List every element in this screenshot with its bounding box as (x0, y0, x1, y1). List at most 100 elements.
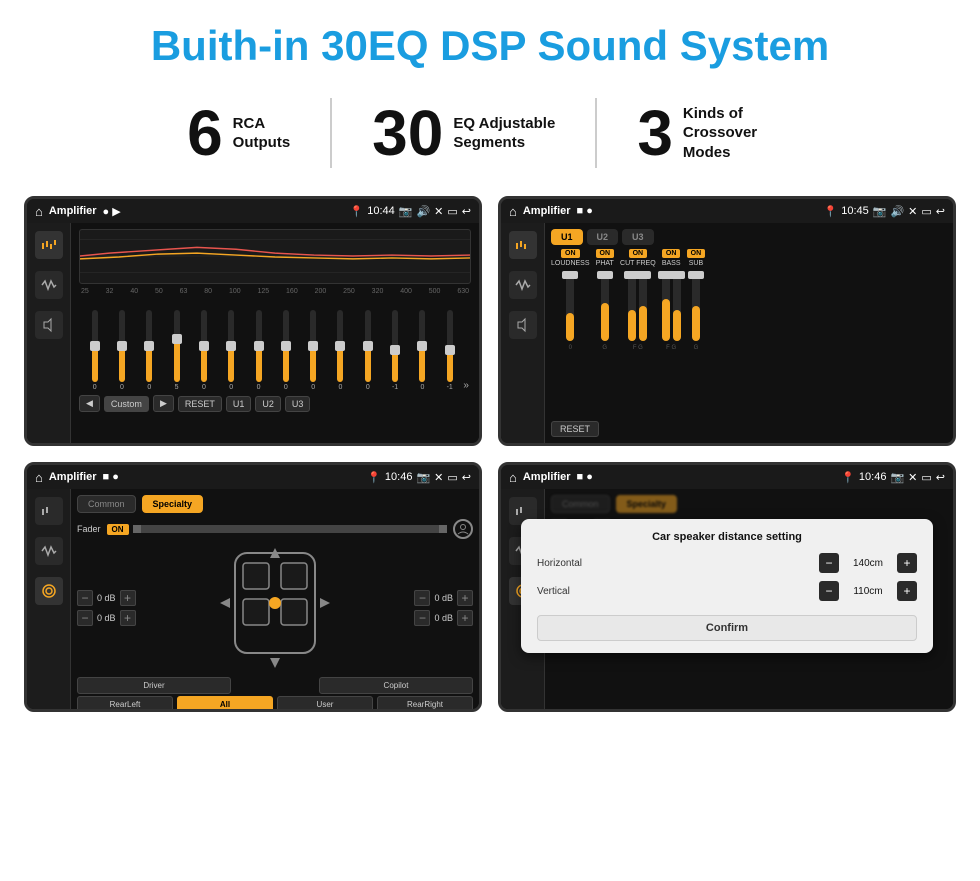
btn-user[interactable]: User (277, 696, 373, 712)
eq-next-btn[interactable]: ▶ (153, 395, 174, 412)
eq-custom-btn[interactable]: Custom (104, 396, 149, 412)
eq-slider-6: 0 (218, 310, 245, 391)
vertical-plus-btn[interactable]: + (897, 581, 917, 601)
vol-val-4: 0 dB (434, 613, 453, 623)
stat-crossover-label: Kinds ofCrossover Modes (683, 104, 793, 163)
fader-right-volumes: − 0 dB + − 0 dB + (414, 543, 473, 673)
stat-eq: 30 EQ AdjustableSegments (332, 101, 595, 165)
dots-icon-3: ■ ● (103, 471, 119, 483)
eq-slider-1: 0 (81, 310, 108, 391)
eq-u1-btn[interactable]: U1 (226, 396, 252, 412)
eq-graph (79, 229, 471, 284)
fader-diagram-area: − 0 dB + − 0 dB + (77, 543, 473, 673)
screenshots-grid: ⌂ Amplifier ● ▶ 📍 10:44 📷 🔊 ✕ ▭ ↩ (0, 190, 980, 736)
btn-rearright[interactable]: RearRight (377, 696, 473, 712)
window-icon-4: ▭ (921, 471, 931, 484)
vertical-minus-btn[interactable]: − (819, 581, 839, 601)
eq-u3-btn[interactable]: U3 (285, 396, 311, 412)
sidebar-wave-icon-3[interactable] (35, 537, 63, 565)
vol-minus-3[interactable]: − (414, 590, 430, 606)
channel-buttons: U1 U2 U3 (551, 229, 947, 245)
screen-content-1: 253240506380100125160200250320400500630 … (27, 223, 479, 443)
vol-minus-1[interactable]: − (77, 590, 93, 606)
channel-u3[interactable]: U3 (622, 229, 654, 245)
btn-driver[interactable]: Driver (77, 677, 231, 694)
sidebar-wave-icon-2[interactable] (509, 271, 537, 299)
eq-slider-8: 0 (272, 310, 299, 391)
sub-slider[interactable] (692, 271, 700, 341)
fader-main: Common Specialty Fader ON (71, 489, 479, 709)
eq-prev-btn[interactable]: ◀ (79, 395, 100, 412)
eq-arrows[interactable]: » (463, 380, 469, 391)
vol-minus-4[interactable]: − (414, 610, 430, 626)
location-icon-1: 📍 (350, 205, 364, 218)
vol-ctrl-2: − 0 dB + (77, 610, 136, 626)
eq-reset-btn[interactable]: RESET (178, 396, 222, 412)
stat-crossover: 3 Kinds ofCrossover Modes (597, 101, 833, 165)
cutfreq-slider-g[interactable] (639, 271, 647, 341)
bass-slider-f[interactable] (662, 271, 670, 341)
channel-u1[interactable]: U1 (551, 229, 583, 245)
xo-reset-btn[interactable]: RESET (551, 421, 599, 437)
back-icon-4: ↩ (936, 471, 945, 484)
vol-plus-1[interactable]: + (120, 590, 136, 606)
fader-tab-group: Common Specialty (77, 495, 473, 513)
location-icon-2: 📍 (824, 205, 838, 218)
phat-slider[interactable] (601, 271, 609, 341)
sidebar-eq-icon-3[interactable] (35, 497, 63, 525)
sidebar-eq-icon-2[interactable] (509, 231, 537, 259)
loudness-slider[interactable] (566, 271, 574, 341)
location-icon-3: 📍 (367, 471, 381, 484)
fader-left-volumes: − 0 dB + − 0 dB + (77, 543, 136, 673)
car-diagram-svg (215, 543, 335, 673)
btn-rearleft[interactable]: RearLeft (77, 696, 173, 712)
fader-tab-specialty[interactable]: Specialty (142, 495, 204, 513)
dots-icon-4: ■ ● (577, 471, 593, 483)
fader-tab-group-4: Common Specialty (551, 495, 947, 513)
crossover-controls: ON LOUDNESS 0 ON PHAT (551, 249, 947, 417)
window-icon-2: ▭ (921, 205, 931, 218)
vol-minus-2[interactable]: − (77, 610, 93, 626)
eq-u2-btn[interactable]: U2 (255, 396, 281, 412)
back-icon-1: ↩ (462, 205, 471, 218)
sidebar-wave-icon[interactable] (35, 271, 63, 299)
distance-dialog: Car speaker distance setting Horizontal … (521, 519, 933, 653)
horizontal-plus-btn[interactable]: + (897, 553, 917, 573)
vol-plus-3[interactable]: + (457, 590, 473, 606)
user-avatar-icon (453, 519, 473, 539)
back-icon-3: ↩ (462, 471, 471, 484)
time-1: 10:44 (367, 205, 395, 217)
vol-plus-2[interactable]: + (120, 610, 136, 626)
eq-freq-labels: 253240506380100125160200250320400500630 (79, 288, 471, 295)
sidebar-eq-icon[interactable] (35, 231, 63, 259)
bass-slider-g[interactable] (673, 271, 681, 341)
btn-copilot[interactable]: Copilot (319, 677, 473, 694)
eq-slider-2: 0 (108, 310, 135, 391)
sidebar-vol-icon[interactable] (35, 311, 63, 339)
x-icon-2: ✕ (908, 205, 917, 218)
stat-rca: 6 RCAOutputs (147, 101, 330, 165)
loudness-on: ON (561, 249, 580, 258)
horizontal-ctrl: − 140cm + (819, 553, 917, 573)
horizontal-minus-btn[interactable]: − (819, 553, 839, 573)
cutfreq-slider-f[interactable] (628, 271, 636, 341)
fader-slider[interactable] (133, 525, 447, 533)
stat-eq-label: EQ AdjustableSegments (453, 114, 555, 153)
stat-rca-label: RCAOutputs (233, 114, 291, 153)
vol-ctrl-1: − 0 dB + (77, 590, 136, 606)
sound-icon-2: 🔊 (890, 205, 904, 218)
channel-u2[interactable]: U2 (587, 229, 619, 245)
btn-all[interactable]: All (177, 696, 273, 712)
sidebar-vol-icon-2[interactable] (509, 311, 537, 339)
confirm-button[interactable]: Confirm (537, 615, 917, 641)
sub-on: ON (687, 249, 706, 258)
fader-label: Fader (77, 524, 101, 534)
vol-plus-4[interactable]: + (457, 610, 473, 626)
sidebar-speaker-icon-3[interactable] (35, 577, 63, 605)
fader-tab-common[interactable]: Common (77, 495, 136, 513)
cutfreq-on: ON (629, 249, 648, 258)
location-icon-4: 📍 (841, 471, 855, 484)
horizontal-value: 140cm (843, 558, 893, 569)
x-icon-1: ✕ (434, 205, 443, 218)
back-icon-2: ↩ (936, 205, 945, 218)
